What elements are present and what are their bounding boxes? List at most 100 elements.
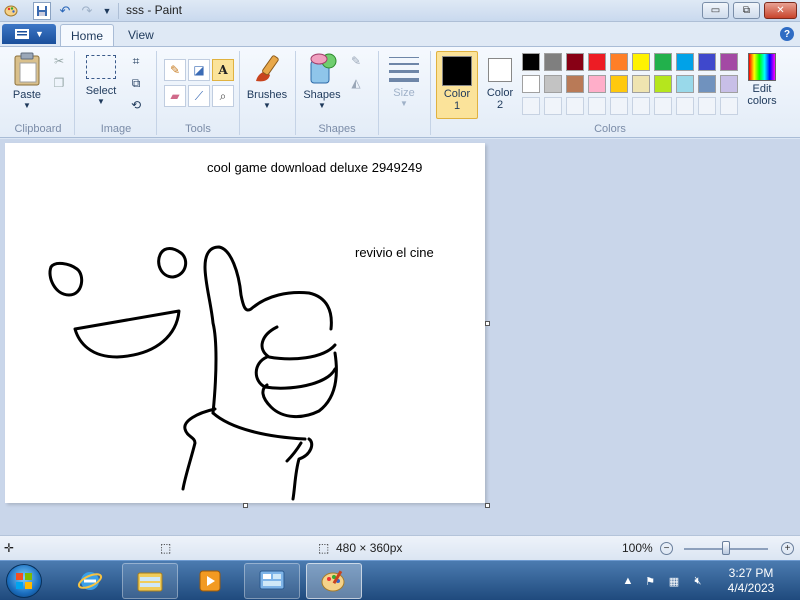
show-hidden-icons-icon[interactable]: ▲ bbox=[620, 573, 636, 589]
paint-app-icon[interactable] bbox=[2, 2, 20, 20]
palette-empty-slot[interactable] bbox=[544, 97, 562, 115]
edit-colors-button[interactable]: Edit colors bbox=[740, 51, 784, 107]
chevron-down-icon: ▼ bbox=[318, 101, 326, 110]
minus-icon: − bbox=[663, 542, 670, 554]
palette-color-swatch[interactable] bbox=[676, 75, 694, 93]
zoom-in-button[interactable]: + bbox=[781, 542, 794, 555]
action-center-flag-icon[interactable]: ⚑ bbox=[642, 573, 658, 589]
palette-color-swatch[interactable] bbox=[676, 53, 694, 71]
palette-empty-slot[interactable] bbox=[632, 97, 650, 115]
clock[interactable]: 3:27 PM 4/4/2023 bbox=[718, 566, 784, 596]
minimize-button[interactable]: ▭ bbox=[702, 2, 729, 19]
palette-color-swatch[interactable] bbox=[720, 53, 738, 71]
palette-empty-slot[interactable] bbox=[720, 97, 738, 115]
outline-icon[interactable]: ✎ bbox=[346, 51, 366, 71]
close-button[interactable]: ✕ bbox=[764, 2, 797, 19]
palette-empty-slot[interactable] bbox=[676, 97, 694, 115]
eraser-icon[interactable]: ▰ bbox=[164, 85, 186, 107]
palette-color-swatch[interactable] bbox=[654, 75, 672, 93]
text-icon[interactable]: A bbox=[212, 59, 234, 81]
palette-color-swatch[interactable] bbox=[698, 75, 716, 93]
palette-color-swatch[interactable] bbox=[588, 75, 606, 93]
rotate-icon[interactable]: ⟲ bbox=[126, 95, 146, 115]
color1-button[interactable]: Color 1 bbox=[436, 51, 478, 119]
save-icon[interactable] bbox=[33, 2, 51, 20]
drawing-canvas[interactable]: cool game download deluxe 2949249 revivi… bbox=[5, 143, 490, 508]
freehand-drawing bbox=[48, 245, 338, 501]
taskbar-media-player[interactable] bbox=[182, 563, 238, 599]
control-panel-icon bbox=[259, 570, 285, 590]
resize-handle-bottom[interactable] bbox=[243, 503, 248, 508]
tab-home[interactable]: Home bbox=[60, 24, 115, 46]
color2-number: 2 bbox=[496, 99, 504, 111]
fill-shape-icon[interactable]: ◭ bbox=[346, 73, 366, 93]
maximize-button[interactable]: ⧉ bbox=[733, 2, 760, 19]
palette-empty-slot[interactable] bbox=[610, 97, 628, 115]
size-button[interactable]: Size ▼ bbox=[384, 55, 424, 108]
palette-empty-slot[interactable] bbox=[654, 97, 672, 115]
color1-number: 1 bbox=[453, 100, 461, 112]
window-title: sss - Paint bbox=[126, 3, 183, 17]
palette-empty-slot[interactable] bbox=[698, 97, 716, 115]
palette-color-swatch[interactable] bbox=[566, 53, 584, 71]
palette-color-swatch[interactable] bbox=[522, 53, 540, 71]
palette-empty-slot[interactable] bbox=[588, 97, 606, 115]
cursor-position-icon: ✛ bbox=[4, 541, 15, 555]
color1-swatch bbox=[442, 56, 472, 86]
palette-color-swatch[interactable] bbox=[632, 53, 650, 71]
palette-color-swatch[interactable] bbox=[632, 75, 650, 93]
crop-icon[interactable]: ⌗ bbox=[126, 51, 146, 71]
copy-icon[interactable]: ❐ bbox=[49, 73, 69, 93]
palette-color-swatch[interactable] bbox=[566, 75, 584, 93]
canvas-workspace: cool game download deluxe 2949249 revivi… bbox=[0, 139, 800, 535]
undo-icon[interactable]: ↶ bbox=[56, 2, 74, 20]
magnifier-icon[interactable]: ⌕ bbox=[212, 85, 234, 107]
palette-color-swatch[interactable] bbox=[522, 75, 540, 93]
clock-time: 3:27 PM bbox=[728, 566, 774, 580]
volume-muted-icon[interactable]: 🔇︎ bbox=[690, 573, 706, 589]
color2-swatch bbox=[488, 58, 512, 82]
color2-button[interactable]: Color 2 bbox=[480, 51, 520, 119]
brushes-button[interactable]: Brushes ▼ bbox=[244, 51, 290, 110]
tab-view[interactable]: View bbox=[118, 24, 164, 46]
resize-icon[interactable]: ⧉ bbox=[126, 73, 146, 93]
palette-color-swatch[interactable] bbox=[544, 75, 562, 93]
resize-handle-corner[interactable] bbox=[485, 503, 490, 508]
edit-colors-label: Edit bbox=[752, 83, 772, 95]
taskbar-internet-explorer[interactable] bbox=[62, 563, 118, 599]
shapes-button[interactable]: Shapes ▼ bbox=[300, 51, 344, 110]
chevron-down-icon: ▼ bbox=[97, 97, 105, 106]
customize-dropdown-icon[interactable]: ▼ bbox=[98, 2, 116, 20]
pencil-icon[interactable]: ✎ bbox=[164, 59, 186, 81]
palette-empty-slot[interactable] bbox=[566, 97, 584, 115]
palette-empty-slot[interactable] bbox=[522, 97, 540, 115]
network-icon[interactable]: ▦ bbox=[666, 573, 682, 589]
palette-color-swatch[interactable] bbox=[588, 53, 606, 71]
resize-handle-right[interactable] bbox=[485, 321, 490, 326]
palette-color-swatch[interactable] bbox=[610, 75, 628, 93]
chevron-down-icon: ▼ bbox=[35, 29, 44, 39]
palette-color-swatch[interactable] bbox=[544, 53, 562, 71]
taskbar-control-panel[interactable] bbox=[244, 563, 300, 599]
palette-color-swatch[interactable] bbox=[610, 53, 628, 71]
palette-color-swatch[interactable] bbox=[698, 53, 716, 71]
select-button[interactable]: Select ▼ bbox=[82, 55, 120, 106]
selection-size-icon: ⬚ bbox=[160, 541, 172, 555]
zoom-out-button[interactable]: − bbox=[660, 542, 673, 555]
start-button[interactable] bbox=[6, 564, 42, 598]
help-icon[interactable]: ? bbox=[780, 27, 794, 41]
paste-button[interactable]: Paste ▼ bbox=[8, 51, 46, 110]
taskbar-paint[interactable] bbox=[306, 563, 362, 599]
color-picker-icon[interactable]: ⟋ bbox=[188, 85, 210, 107]
paint-menu-button[interactable]: ▼ bbox=[2, 24, 56, 44]
palette-color-swatch[interactable] bbox=[720, 75, 738, 93]
fill-icon[interactable]: ◪ bbox=[188, 59, 210, 81]
taskbar-file-explorer[interactable] bbox=[122, 563, 178, 599]
select-icon bbox=[86, 55, 116, 79]
cut-icon[interactable]: ✂ bbox=[49, 51, 69, 71]
separator bbox=[430, 51, 431, 135]
internet-explorer-icon bbox=[77, 572, 103, 590]
zoom-slider-thumb[interactable] bbox=[722, 541, 730, 555]
redo-icon[interactable]: ↷ bbox=[78, 2, 96, 20]
palette-color-swatch[interactable] bbox=[654, 53, 672, 71]
